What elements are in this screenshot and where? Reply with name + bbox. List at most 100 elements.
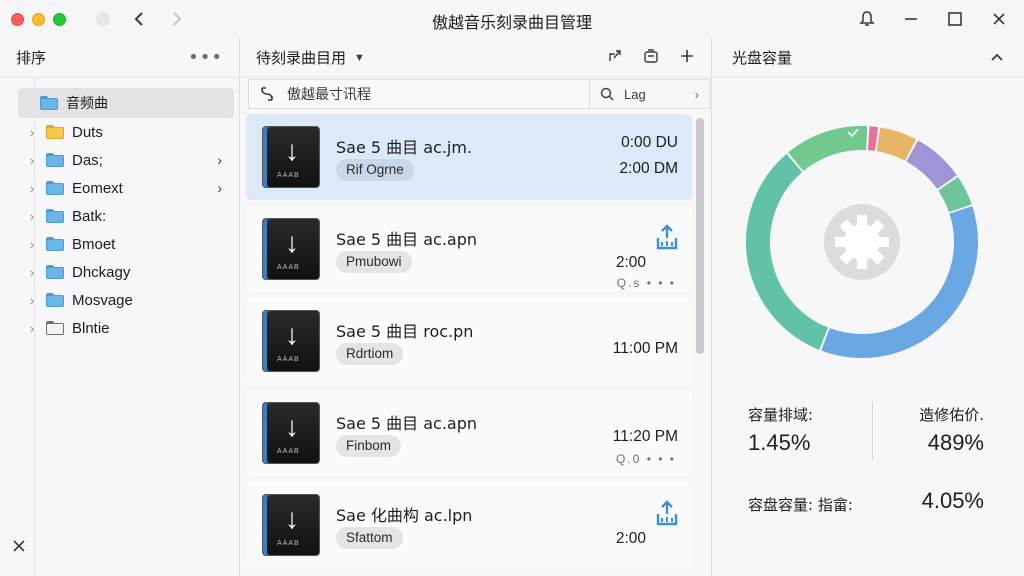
track-row[interactable]: ↓ AAAB Sae 化曲构 ac.lpn Sfattom 2:00 bbox=[246, 482, 692, 568]
folder-label: Bmoet bbox=[72, 235, 116, 253]
circle-icon bbox=[96, 12, 110, 26]
folder-icon bbox=[46, 153, 64, 167]
zoom-window-button[interactable] bbox=[53, 12, 66, 26]
chevron-right-icon[interactable]: › bbox=[18, 209, 46, 224]
sidebar-folder-item[interactable]: › Batk: bbox=[18, 202, 234, 230]
track-time-secondary: 2:00 DM bbox=[619, 160, 678, 177]
capacity-donut-chart bbox=[746, 126, 978, 358]
folder-label: Blntie bbox=[72, 319, 110, 337]
sidebar-folder-item[interactable]: › Mosvage bbox=[18, 286, 234, 314]
chevron-right-icon[interactable]: › bbox=[18, 181, 46, 196]
search-field[interactable]: Lag › bbox=[590, 79, 710, 109]
chevron-right-icon[interactable]: › bbox=[18, 237, 46, 252]
folder-icon bbox=[46, 265, 64, 279]
folder-label: Duts bbox=[72, 123, 103, 141]
track-toolbar: 傲越最寸讯程 Lag › bbox=[248, 78, 710, 110]
stat-divider bbox=[872, 402, 873, 460]
folder-icon bbox=[46, 293, 64, 307]
burn-icon[interactable] bbox=[643, 48, 659, 64]
track-row[interactable]: ↓ AAAB Sae 5 曲目 roc.pn Rdrtiom 11:00 PM bbox=[246, 298, 692, 384]
maximize-button[interactable] bbox=[944, 8, 966, 30]
minimize-window-button[interactable] bbox=[32, 12, 45, 26]
tree-root-label: 音频曲 bbox=[66, 96, 108, 112]
sidebar-folder-item[interactable]: › Das; › bbox=[18, 146, 234, 174]
upload-icon[interactable] bbox=[656, 224, 678, 250]
folder-icon bbox=[46, 181, 64, 195]
gear-icon bbox=[835, 215, 889, 269]
folder-icon bbox=[40, 96, 58, 110]
back-button[interactable] bbox=[128, 8, 150, 30]
square-icon bbox=[948, 12, 962, 26]
track-list-title[interactable]: 待刻录曲目用 bbox=[256, 47, 346, 68]
track-tag: Rif Ogrne bbox=[336, 159, 414, 181]
folder-icon bbox=[46, 125, 64, 139]
folder-icon bbox=[46, 237, 64, 251]
sidebar-folder-item[interactable]: › Bmoet bbox=[18, 230, 234, 258]
bell-icon bbox=[859, 11, 875, 26]
caret-down-icon[interactable]: ▼ bbox=[354, 52, 365, 64]
track-row[interactable]: ↓ AAAB Sae 5 曲目 ac.apn Finbom 11:20 PM Q.0 • … bbox=[246, 390, 692, 476]
tree-root-item[interactable]: 音频曲 bbox=[18, 88, 234, 118]
folder-label: Batk: bbox=[72, 207, 107, 225]
chevron-right-icon[interactable]: › bbox=[217, 180, 222, 196]
sidebar-folder-item[interactable]: › Eomext › bbox=[18, 174, 234, 202]
track-time: 11:00 PM bbox=[612, 340, 678, 357]
sidebar-toggle-button[interactable] bbox=[92, 8, 114, 30]
minimize-button[interactable] bbox=[900, 8, 922, 30]
folder-label: Das; bbox=[72, 151, 103, 169]
search-icon bbox=[600, 87, 614, 101]
chevron-right-icon[interactable]: › bbox=[18, 265, 46, 280]
track-name: Sae 5 曲目 ac.apn bbox=[336, 414, 478, 433]
stat-value-1: 1.45% bbox=[748, 430, 811, 455]
sidebar-folder-item[interactable]: › Duts bbox=[18, 118, 234, 146]
title-bar: 傲越音乐刻录曲目管理 bbox=[0, 0, 1024, 38]
track-name: Sae 5 曲目 ac.jm. bbox=[336, 138, 473, 157]
track-row[interactable]: ↓ AAAB Sae 5 曲目 ac.jm. Rif Ogrne 0:00 DU 2:00… bbox=[246, 114, 692, 200]
collapse-button[interactable] bbox=[990, 50, 1004, 66]
folder-icon bbox=[46, 321, 64, 335]
chevron-right-icon[interactable]: › bbox=[18, 125, 46, 140]
capacity-pane: 光盘容量 容量排域: 1.45% 造修佑价. 489% 容盘容量: 指畲: 4.… bbox=[712, 38, 1024, 576]
chevron-right-icon bbox=[173, 12, 182, 26]
sidebar-folder-item[interactable]: › Dhckagy bbox=[18, 258, 234, 286]
stat-label-2: 造修佑价. bbox=[919, 406, 984, 424]
track-list-scrollbar[interactable] bbox=[696, 118, 704, 354]
sidebar-folder-item[interactable]: › Blntie bbox=[18, 314, 234, 342]
capacity-title: 光盘容量 bbox=[732, 49, 793, 67]
download-disc-icon: ↓ AAAB bbox=[262, 218, 320, 280]
close-window-button[interactable] bbox=[11, 12, 24, 26]
track-list-actions bbox=[607, 48, 695, 64]
track-status: Q.0 • • • bbox=[616, 452, 676, 466]
chevron-right-icon: › bbox=[694, 86, 699, 102]
chevron-right-icon[interactable]: › bbox=[18, 293, 46, 308]
track-time: 11:20 PM bbox=[612, 428, 678, 445]
stat-label-1: 容量排域: bbox=[748, 406, 814, 424]
chevron-right-icon[interactable]: › bbox=[217, 152, 222, 168]
share-icon[interactable] bbox=[607, 48, 623, 64]
chevron-right-icon[interactable]: › bbox=[18, 153, 46, 168]
close-panel-button[interactable] bbox=[12, 537, 26, 558]
forward-button[interactable] bbox=[166, 8, 188, 30]
close-button[interactable] bbox=[988, 8, 1010, 30]
track-status: Q.s • • • bbox=[616, 276, 676, 290]
track-time: 2:00 bbox=[615, 530, 646, 547]
upload-icon[interactable] bbox=[656, 500, 678, 526]
folder-tree: 音频曲 › Duts › Das; › › Eomext › › Batk: › Bmoet › Dhck… bbox=[18, 88, 234, 342]
track-tag: Sfattom bbox=[336, 527, 403, 549]
search-label: Lag bbox=[624, 86, 646, 102]
more-icon[interactable]: ••• bbox=[188, 47, 223, 68]
window-controls bbox=[11, 12, 66, 26]
filter-label: 傲越最寸讯程 bbox=[287, 87, 371, 103]
refresh-filter[interactable]: 傲越最寸讯程 bbox=[248, 79, 590, 109]
track-row[interactable]: ↓ AAAB Sae 5 曲目 ac.apn Pmubowi 2:00 Q.s • • • bbox=[246, 206, 692, 292]
track-time: 0:00 DU bbox=[621, 134, 678, 151]
folder-label: Dhckagy bbox=[72, 263, 131, 281]
notifications-button[interactable] bbox=[856, 8, 878, 30]
track-name: Sae 5 曲目 ac.apn bbox=[336, 230, 478, 249]
track-name: Sae 化曲构 ac.lpn bbox=[336, 506, 473, 525]
sort-label: 排序 bbox=[16, 49, 47, 67]
folder-label: Mosvage bbox=[72, 291, 133, 309]
capacity-header: 光盘容量 bbox=[712, 38, 1024, 78]
chevron-right-icon[interactable]: › bbox=[18, 321, 46, 336]
add-icon[interactable] bbox=[679, 48, 695, 64]
